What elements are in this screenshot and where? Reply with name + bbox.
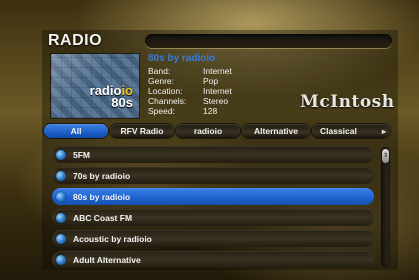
info-speed-value: 128 — [203, 106, 218, 116]
station-row-acoustic[interactable]: Acoustic by radioio — [52, 230, 374, 247]
tab-radioio[interactable]: radioio — [176, 124, 240, 138]
station-label: Adult Alternative — [73, 254, 141, 265]
station-row-80s[interactable]: 80s by radioio — [52, 188, 374, 205]
station-row-adult-alternative[interactable]: Adult Alternative — [52, 251, 374, 268]
station-bullet-icon — [56, 212, 66, 223]
tab-classical-label: Classical — [320, 126, 357, 136]
scroll-arrows-icon[interactable]: ⇕ — [382, 149, 389, 163]
info-band: Band: Internet — [148, 66, 232, 76]
info-channels-key: Channels: — [148, 96, 187, 106]
info-band-value: Internet — [203, 66, 232, 76]
info-genre-key: Genre: — [148, 76, 174, 86]
info-speed-key: Speed: — [148, 106, 175, 116]
info-location-value: Internet — [203, 86, 232, 96]
info-genre: Genre: Pop — [148, 76, 218, 86]
tab-rfv-radio[interactable]: RFV Radio — [110, 124, 174, 138]
info-channels-value: Stereo — [203, 96, 229, 106]
station-label: 5FM — [73, 149, 90, 160]
station-row-abc-coast[interactable]: ABC Coast FM — [52, 209, 374, 226]
mcintosh-logo: McIntosh — [300, 92, 395, 112]
page-title: RADIO — [48, 32, 103, 49]
station-row-5fm[interactable]: 5FM — [52, 146, 374, 163]
station-list: 5FM 70s by radioio 80s by radioio ABC Co… — [52, 146, 378, 270]
station-label: 80s by radioio — [73, 191, 131, 202]
info-band-key: Band: — [148, 66, 171, 76]
station-bullet-icon — [56, 191, 66, 202]
station-label: Acoustic by radioio — [73, 233, 152, 244]
info-location-key: Location: — [148, 86, 183, 96]
album-art: radioio 80s — [51, 54, 139, 118]
category-tabs: All RFV Radio radioio Alternative Classi… — [44, 124, 390, 138]
station-bullet-icon — [56, 254, 66, 265]
album-art-subtitle: 80s — [111, 95, 133, 110]
tab-classical[interactable]: Classical ▸ — [312, 124, 390, 138]
tab-alternative[interactable]: Alternative — [242, 124, 310, 138]
title-bar — [145, 34, 392, 48]
info-genre-value: Pop — [203, 76, 219, 86]
now-playing-station: 80s by radioio — [148, 53, 216, 64]
info-speed: Speed: 128 — [148, 106, 217, 116]
chevron-right-icon[interactable]: ▸ — [382, 127, 386, 136]
station-label: 70s by radioio — [73, 170, 131, 181]
station-label: ABC Coast FM — [73, 212, 133, 223]
station-bullet-icon — [56, 233, 66, 244]
list-scrollbar[interactable]: ⇕ — [381, 147, 390, 267]
info-location: Location: Internet — [148, 86, 232, 96]
station-bullet-icon — [56, 149, 66, 160]
tab-all[interactable]: All — [44, 124, 108, 138]
station-row-70s[interactable]: 70s by radioio — [52, 167, 374, 184]
info-channels: Channels: Stereo — [148, 96, 228, 106]
station-bullet-icon — [56, 170, 66, 181]
